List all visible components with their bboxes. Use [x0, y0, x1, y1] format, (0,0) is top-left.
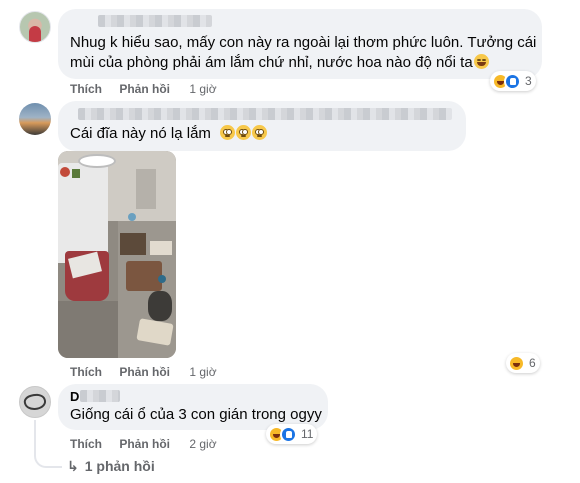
comment-timestamp[interactable]: 1 giờ — [189, 82, 216, 96]
comment-timestamp[interactable]: 2 giờ — [189, 437, 216, 451]
reply-link[interactable]: Phản hồi — [119, 437, 170, 451]
comment-photo[interactable] — [58, 151, 176, 358]
reaction-count: 3 — [525, 74, 532, 88]
blurred-commenter-name[interactable] — [98, 15, 212, 27]
comment-text-line: Nhug k hiểu sao, mấy con này ra ngoài lạ… — [70, 34, 537, 51]
like-reaction-icon — [280, 425, 297, 443]
comment-timestamp[interactable]: 1 giờ — [189, 365, 216, 379]
like-link[interactable]: Thích — [70, 437, 102, 451]
commenter-avatar[interactable] — [19, 103, 51, 135]
reply-link[interactable]: Phản hồi — [119, 82, 170, 96]
grinning-sweat-emoji-icon — [473, 54, 489, 69]
reaction-count: 6 — [529, 356, 536, 370]
comment-text-line: mùi của phòng phải ám lắm chứ nhỉ, nước … — [70, 53, 489, 73]
rolling-eyes-emoji-icon — [252, 125, 268, 140]
reaction-count: 11 — [301, 427, 314, 441]
comment-text: Giống cái ổ của 3 con gián trong ogyy — [70, 406, 322, 423]
reply-thread-line — [34, 420, 62, 468]
commenter-name-initial[interactable]: D — [70, 389, 79, 404]
comment-text: Cái đĩa này nó lạ lắm — [70, 124, 268, 144]
commenter-avatar[interactable] — [19, 386, 51, 418]
commenter-avatar[interactable] — [19, 11, 51, 43]
blurred-commenter-name[interactable] — [78, 108, 452, 120]
reaction-summary[interactable]: 6 — [506, 353, 540, 373]
rolling-eyes-emoji-icon — [236, 125, 252, 140]
blurred-commenter-name[interactable] — [80, 390, 120, 402]
reaction-summary[interactable]: 11 — [266, 424, 318, 444]
comment-bubble: Nhug k hiểu sao, mấy con này ra ngoài lạ… — [58, 9, 542, 79]
view-replies-link[interactable]: ↳ 1 phản hồi — [67, 458, 155, 475]
comment-bubble: Cái đĩa này nó lạ lắm — [58, 101, 466, 151]
like-link[interactable]: Thích — [70, 365, 102, 379]
like-reaction-icon — [504, 72, 521, 90]
reply-arrow-icon: ↳ — [67, 458, 79, 474]
reaction-summary[interactable]: 3 — [490, 71, 536, 91]
haha-reaction-icon — [508, 354, 525, 372]
like-link[interactable]: Thích — [70, 82, 102, 96]
rolling-eyes-emoji-icon — [220, 125, 236, 140]
reply-link[interactable]: Phản hồi — [119, 365, 170, 379]
